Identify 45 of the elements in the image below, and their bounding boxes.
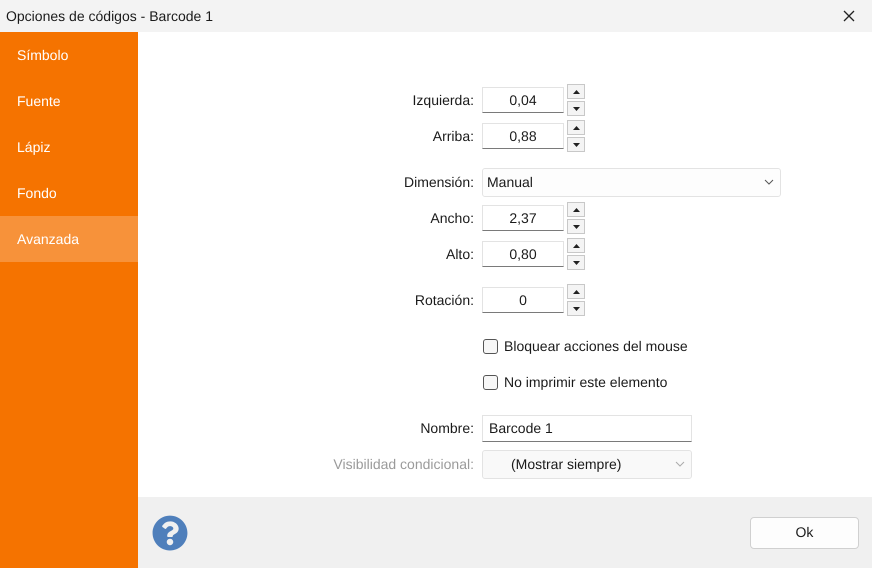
down-triangle-icon (572, 260, 580, 264)
help-icon[interactable] (152, 514, 188, 550)
spin-up-button[interactable] (567, 238, 585, 253)
number-field[interactable]: 0,04 (482, 87, 564, 113)
field-label: Nombre: (419, 418, 474, 438)
spin-up-button[interactable] (567, 120, 585, 135)
window-title: Opciones de códigos - Barcode 1 (6, 6, 214, 26)
checkbox-option[interactable]: No imprimir este elemento (483, 372, 668, 392)
spin-down-button[interactable] (567, 219, 585, 234)
number-field[interactable]: 0 (482, 287, 564, 313)
spin-up-button[interactable] (567, 202, 585, 217)
checkbox[interactable] (483, 338, 498, 354)
checkbox[interactable] (483, 374, 498, 390)
up-triangle-icon (572, 126, 580, 130)
field-label: Dimensión: (402, 172, 474, 192)
number-field[interactable]: 0,80 (482, 241, 564, 267)
ok-button[interactable]: Ok (750, 516, 859, 548)
chevron-down-icon (764, 179, 774, 185)
name-field[interactable]: Barcode 1 (482, 414, 692, 442)
number-field[interactable]: 2,37 (482, 205, 564, 231)
field-label: Visibilidad condicional: (332, 454, 474, 474)
field-label: Arriba: (432, 126, 474, 146)
close-icon (843, 10, 855, 22)
spin-up-button[interactable] (567, 84, 585, 99)
field-label: Ancho: (429, 208, 474, 228)
checkbox-option[interactable]: Bloquear acciones del mouse (483, 336, 688, 356)
spin-down-button[interactable] (567, 301, 585, 316)
field-label: Izquierda: (412, 90, 474, 110)
spin-down-button[interactable] (567, 101, 585, 116)
up-triangle-icon (572, 244, 580, 248)
field-label: Rotación: (414, 290, 474, 310)
number-field[interactable]: 0,88 (482, 123, 564, 149)
spin-down-button[interactable] (567, 137, 585, 152)
down-triangle-icon (572, 306, 580, 310)
field-label: Alto: (444, 244, 474, 264)
down-triangle-icon (572, 106, 580, 110)
down-triangle-icon (572, 224, 580, 228)
spin-up-button[interactable] (567, 284, 585, 299)
chevron-down-icon (675, 461, 685, 467)
up-triangle-icon (572, 208, 580, 212)
up-triangle-icon (572, 90, 580, 94)
up-triangle-icon (572, 290, 580, 294)
down-triangle-icon (572, 142, 580, 146)
dropdown[interactable]: Manual (482, 168, 781, 196)
spin-down-button[interactable] (567, 255, 585, 270)
